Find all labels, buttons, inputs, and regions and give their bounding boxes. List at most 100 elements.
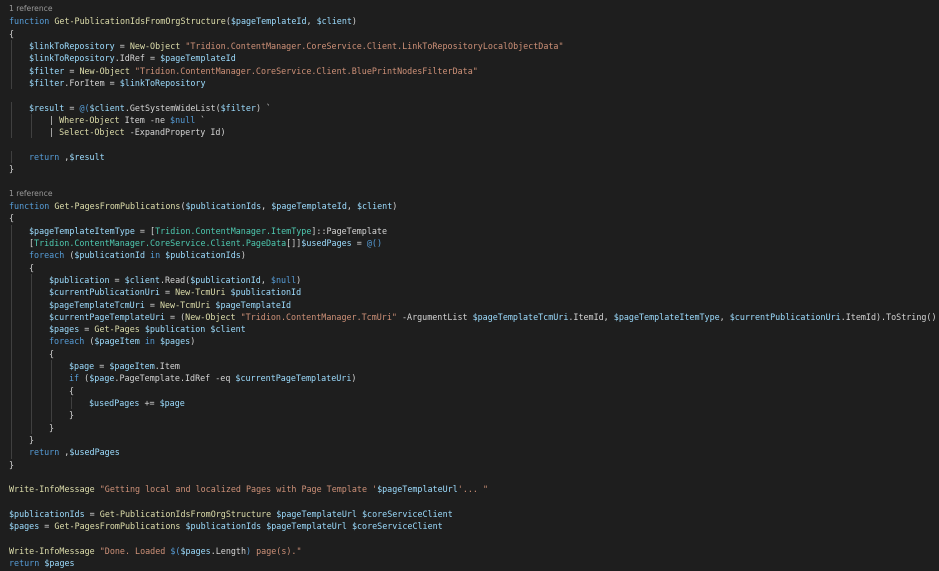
token-str: "Done. Loaded [99, 545, 171, 556]
token-var: $publicationId [74, 250, 145, 261]
indent-guide [11, 409, 12, 422]
token-var: $publication [49, 274, 110, 285]
token-text: } [9, 459, 15, 470]
token-text: { [9, 213, 15, 224]
code-line: } [9, 433, 939, 447]
token-var: $pages [9, 521, 40, 532]
token-text: += [139, 398, 160, 408]
indent-guide [11, 64, 12, 77]
indent-guide [11, 286, 12, 299]
token-text: | [49, 114, 60, 125]
code-line: foreach ($pageItem in $pages) [9, 335, 939, 348]
token-var: $pageTemplateUrl [266, 521, 347, 532]
token-text: -ArgumentList [396, 311, 473, 322]
token-kw: foreach [49, 336, 85, 347]
token-kw: return [9, 558, 40, 569]
indent-guide [71, 397, 72, 410]
indent-guide [11, 397, 12, 410]
token-str: "Tridion.ContentManager.CoreService.Clie… [134, 65, 478, 76]
code-line: $pages = Get-Pages $publication $client [9, 323, 939, 336]
token-var: $publicationIds [9, 508, 85, 519]
codelens-reference[interactable]: 1 reference [9, 188, 939, 200]
code-line: return ,$usedPages [9, 446, 939, 459]
token-fn: New-TcmUri [175, 287, 226, 298]
token-kw: function [9, 201, 50, 211]
code-line: | Select-Object -ExpandProperty Id) [9, 126, 939, 139]
indent-guide [11, 52, 12, 65]
token-str: "Tridion.ContentManager.CoreService.Clie… [185, 40, 564, 51]
token-kw: $null [270, 274, 297, 285]
token-text: , [59, 151, 70, 162]
code-line: $currentPublicationUri = New-TcmUri $pub… [9, 286, 939, 299]
indent-guide [11, 101, 12, 114]
indent-guide [31, 421, 32, 434]
indent-guide [11, 347, 12, 361]
indent-guide [11, 446, 12, 459]
token-kw: @( [79, 102, 90, 113]
code-line: $page = $pageItem.Item [9, 360, 939, 373]
code-editor[interactable]: 1 reference function Get-PublicationIdsFr… [0, 0, 939, 571]
token-var: $currentPublicationUri [729, 311, 841, 322]
token-var: $client [89, 102, 125, 113]
token-kw: @() [366, 237, 382, 248]
indent-guide [11, 261, 12, 274]
token-var: $pageTemplateId [271, 201, 347, 211]
token-text: = [144, 299, 160, 310]
indent-guide [31, 113, 32, 127]
token-var: $pageItem [94, 336, 140, 347]
indent-guide [11, 421, 12, 434]
token-var: $linkToRepository [29, 40, 115, 51]
token-var: $publicationIds [185, 521, 262, 532]
code-line: [Tridion.ContentManager.CoreService.Clie… [9, 236, 939, 250]
indent-guide [31, 310, 32, 324]
token-var: $publication [144, 324, 206, 335]
token-text: .ItemId, [568, 311, 614, 322]
token-text: = [64, 65, 80, 76]
code-line: $pageTemplateTcmUri = New-TcmUri $pageTe… [9, 298, 939, 311]
token-text: { [49, 348, 55, 359]
token-var: $coreServiceClient [351, 521, 443, 532]
token-var: $pages [159, 336, 191, 347]
indent-guide [31, 360, 32, 373]
token-var: $currentPublicationUri [49, 287, 160, 298]
indent-guide [11, 310, 12, 324]
codelens-reference[interactable]: 1 reference [9, 3, 939, 15]
indent-guide [11, 249, 12, 262]
token-var: $client [210, 324, 246, 335]
token-text: , [346, 201, 357, 211]
token-var: $pageTemplateItemType [29, 225, 135, 236]
code-line: foreach ($publicationId in $publicationI… [9, 249, 939, 262]
token-text: = [114, 40, 130, 51]
token-type: Tridion.ContentManager.CoreService.Clien… [34, 237, 287, 248]
code-line: } [9, 421, 939, 434]
token-kw: return [29, 447, 60, 458]
token-str: "Getting local and localized Pages with … [99, 484, 378, 495]
code-line: $usedPages += $page [9, 397, 939, 410]
token-text: = [84, 508, 100, 519]
code-line: { [9, 347, 939, 361]
token-var: $pages [49, 324, 80, 335]
indent-guide [11, 384, 12, 397]
token-text: ) [351, 373, 357, 384]
indent-guide [11, 323, 12, 336]
token-var: $result [29, 102, 65, 113]
token-fn: Select-Object [59, 127, 125, 138]
code-line: $publication = $client.Read($publication… [9, 273, 939, 287]
code-line: $linkToRepository = New-Object "Tridion.… [9, 39, 939, 53]
indent-guide [11, 433, 12, 447]
code-line: } [9, 163, 939, 175]
code-line: if ($page.PageTemplate.IdRef -eq $curren… [9, 372, 939, 385]
code-line: $currentPageTemplateUri = (New-Object "T… [9, 310, 939, 324]
token-text: } [9, 164, 15, 175]
token-var: $publicationIds [185, 201, 262, 211]
token-kw: if [69, 373, 80, 384]
token-fn: Get-PagesFromPublications [54, 201, 181, 211]
token-var: $filter [29, 77, 65, 88]
token-text: ( [84, 336, 95, 347]
token-text: , [260, 274, 271, 285]
code-line: return ,$result [9, 150, 939, 164]
